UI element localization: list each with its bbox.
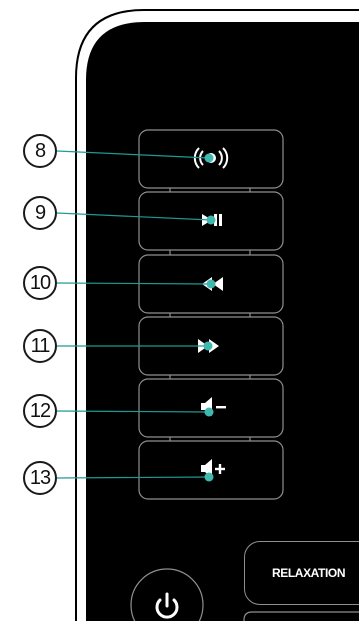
relaxation-label: RELAXATION — [272, 566, 346, 580]
callout-11: 11 — [23, 329, 57, 363]
callout-8: 8 — [23, 134, 57, 168]
relaxation-button[interactable]: RELAXATION — [244, 541, 359, 605]
device-diagram — [56, 9, 359, 621]
callout-10: 10 — [23, 266, 57, 300]
callout-13: 13 — [23, 461, 57, 495]
callout-12: 12 — [23, 394, 57, 428]
callout-9: 9 — [23, 196, 57, 230]
